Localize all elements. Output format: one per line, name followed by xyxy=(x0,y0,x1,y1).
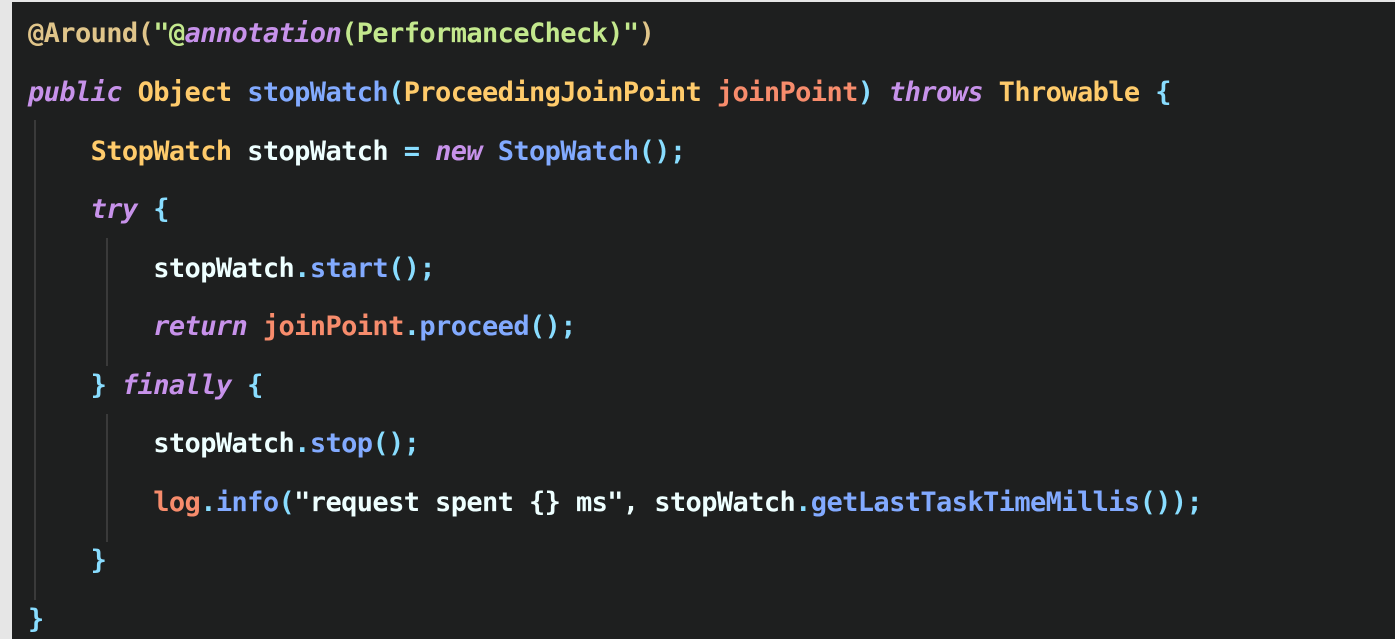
code-token: . xyxy=(294,428,310,459)
code-token: public xyxy=(28,77,123,108)
code-token: (); xyxy=(388,253,436,284)
code-token: return xyxy=(153,311,248,342)
code-line[interactable]: log.info("request spent {} ms", stopWatc… xyxy=(28,483,1203,523)
code-line[interactable]: @Around("@annotation(PerformanceCheck)") xyxy=(28,14,655,54)
code-token: "@ xyxy=(153,18,185,49)
code-token: (); xyxy=(372,428,420,459)
code-token: ( xyxy=(278,487,295,518)
code-token: { xyxy=(231,370,263,401)
code-token: start xyxy=(309,253,389,284)
code-token: . xyxy=(795,487,811,518)
code-token: = xyxy=(403,136,420,167)
code-token: @Around( xyxy=(28,18,154,49)
code-token: . xyxy=(200,487,216,518)
code-token: joinPoint xyxy=(716,77,859,108)
code-token: info xyxy=(215,487,279,518)
code-token: stopWatch xyxy=(231,136,404,167)
code-token: annotation xyxy=(184,18,342,49)
code-token: { xyxy=(1139,77,1171,108)
code-token: stop xyxy=(309,428,373,459)
code-line[interactable]: StopWatch stopWatch = new StopWatch(); xyxy=(28,132,687,172)
code-token: ( xyxy=(388,77,404,108)
code-token: Object xyxy=(137,77,233,108)
code-token: } xyxy=(90,545,107,576)
code-token: ProceedingJoinPoint xyxy=(403,77,702,108)
code-token: stopWatch xyxy=(28,253,295,284)
code-line[interactable]: return joinPoint.proceed(); xyxy=(28,307,576,347)
code-token: finally xyxy=(121,370,232,401)
code-line[interactable]: stopWatch.start(); xyxy=(28,249,435,289)
code-token: } xyxy=(90,370,107,401)
code-line[interactable]: } xyxy=(28,600,44,639)
code-token: log xyxy=(153,487,201,518)
code-token: StopWatch xyxy=(90,136,233,167)
code-token: new xyxy=(435,136,483,167)
code-token: stopWatch xyxy=(28,428,295,459)
code-line[interactable]: } finally { xyxy=(28,366,264,406)
code-token: (); xyxy=(638,136,687,167)
code-token: (PerformanceCheck)" xyxy=(341,18,639,49)
code-line[interactable]: stopWatch.stop(); xyxy=(28,424,420,464)
code-token: proceed xyxy=(419,311,529,342)
code-token: StopWatch xyxy=(497,136,640,167)
code-line[interactable]: try { xyxy=(28,190,170,230)
code-token: getLastTaskTimeMillis xyxy=(810,487,1140,518)
code-token: Throwable xyxy=(998,77,1141,108)
code-token: , stopWatch xyxy=(622,487,796,518)
code-token: "request spent {} ms" xyxy=(294,487,623,518)
code-token: stopWatch xyxy=(247,77,389,108)
code-token: ()); xyxy=(1139,487,1203,518)
code-token: { xyxy=(137,194,169,225)
code-token: joinPoint xyxy=(262,311,405,342)
code-token: throws xyxy=(889,77,984,108)
code-token: ) xyxy=(857,77,874,108)
code-line[interactable]: } xyxy=(28,541,107,581)
code-token: (); xyxy=(529,311,577,342)
code-token: . xyxy=(403,311,420,342)
code-token: . xyxy=(294,253,310,284)
code-editor[interactable]: @Around("@annotation(PerformanceCheck)")… xyxy=(12,2,1395,639)
code-token: } xyxy=(28,604,44,635)
code-line[interactable]: public Object stopWatch(ProceedingJoinPo… xyxy=(28,73,1171,113)
code-token: ) xyxy=(638,18,655,49)
code-token: try xyxy=(90,194,139,225)
